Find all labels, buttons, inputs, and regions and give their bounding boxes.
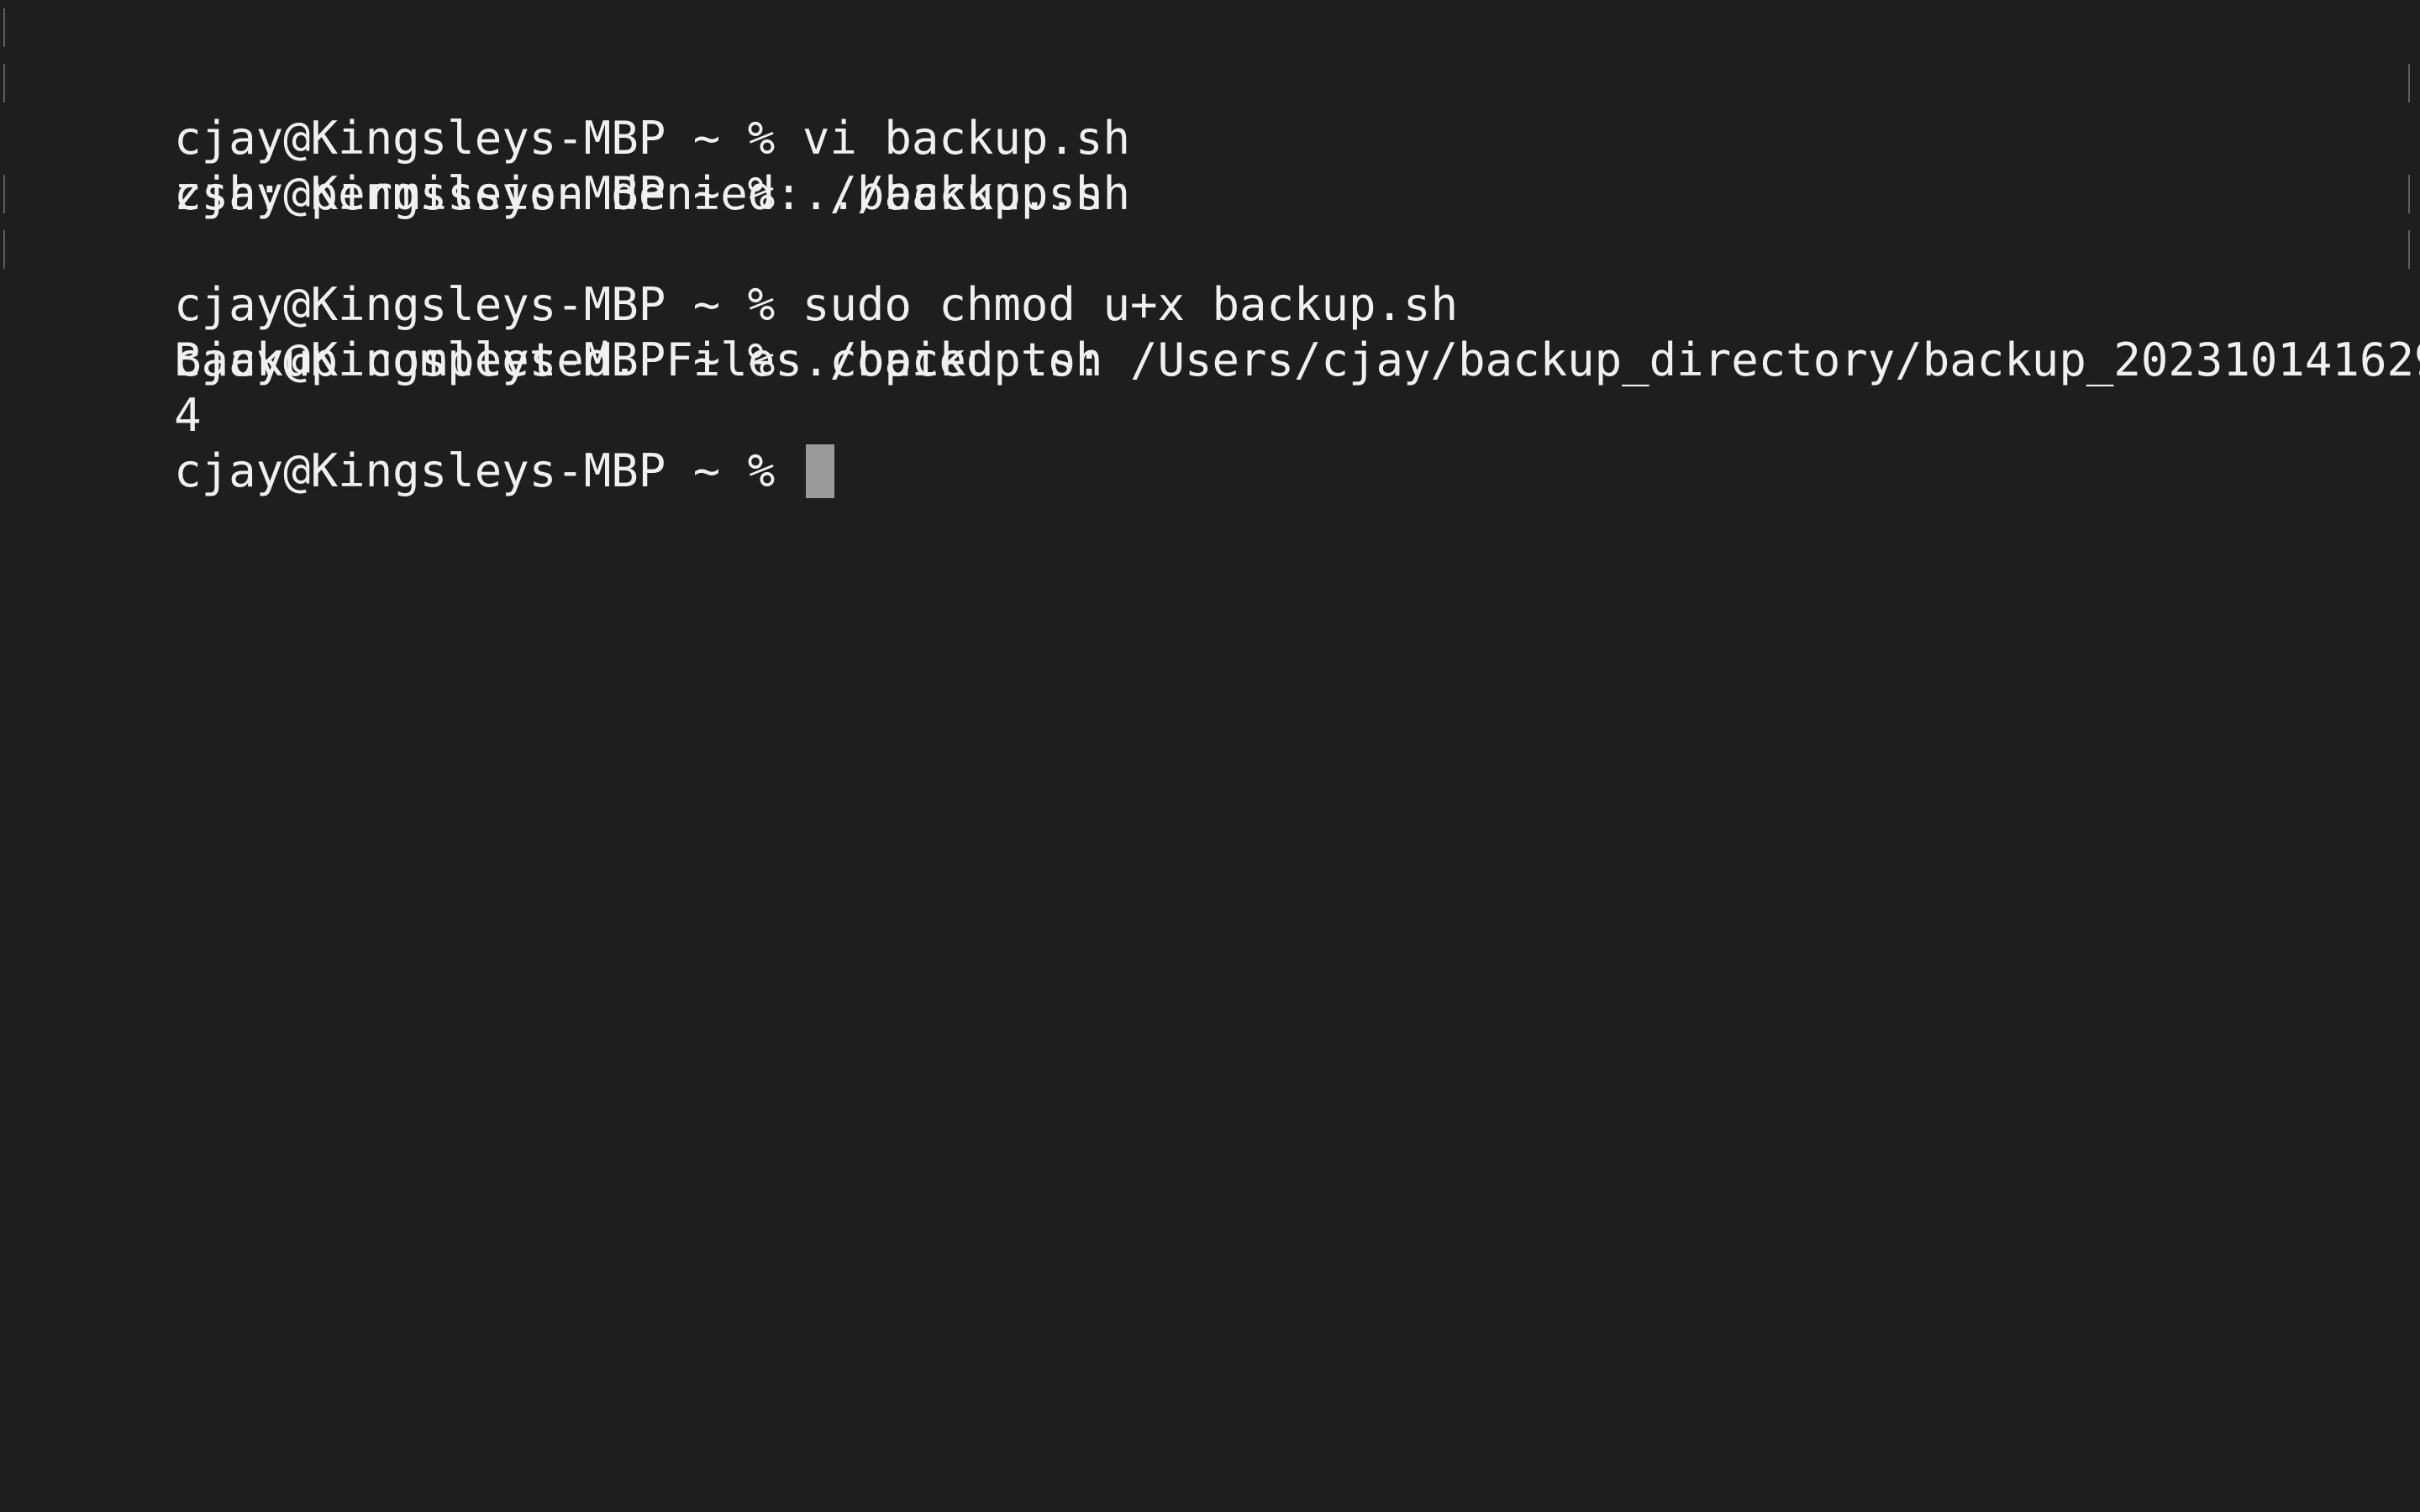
line-mark [2408,230,2410,269]
terminal-output: cjay@Kingsleys-MBP ~ % vi backup.sh cjay… [3,0,2420,498]
terminal-line: zsh: permission denied: ./backup.sh [10,111,2410,220]
line-mark [3,175,5,213]
line-mark [3,8,5,47]
line-mark [3,230,5,269]
text-cursor [805,444,834,498]
terminal-line: cjay@Kingsleys-MBP ~ % ./backup.sh [3,55,2410,220]
terminal-prompt-line[interactable]: cjay@Kingsleys-MBP ~ % [10,388,2410,498]
line-mark [2408,175,2410,213]
terminal-window[interactable]: cjay@Kingsleys-MBP ~ % vi backup.sh cjay… [0,0,2420,1512]
terminal-line: 4 [10,333,2410,442]
line-mark [3,64,5,102]
terminal-line: cjay@Kingsleys-MBP ~ % ./backup.sh [3,222,2410,386]
line-mark [2408,64,2410,102]
terminal-line: Backup completed. Files copied to: /User… [10,277,2420,386]
terminal-line: cjay@Kingsleys-MBP ~ % vi backup.sh [3,0,2410,165]
prompt-text: cjay@Kingsleys-MBP ~ % [174,444,802,497]
terminal-line: cjay@Kingsleys-MBP ~ % sudo chmod u+x ba… [3,166,2410,331]
